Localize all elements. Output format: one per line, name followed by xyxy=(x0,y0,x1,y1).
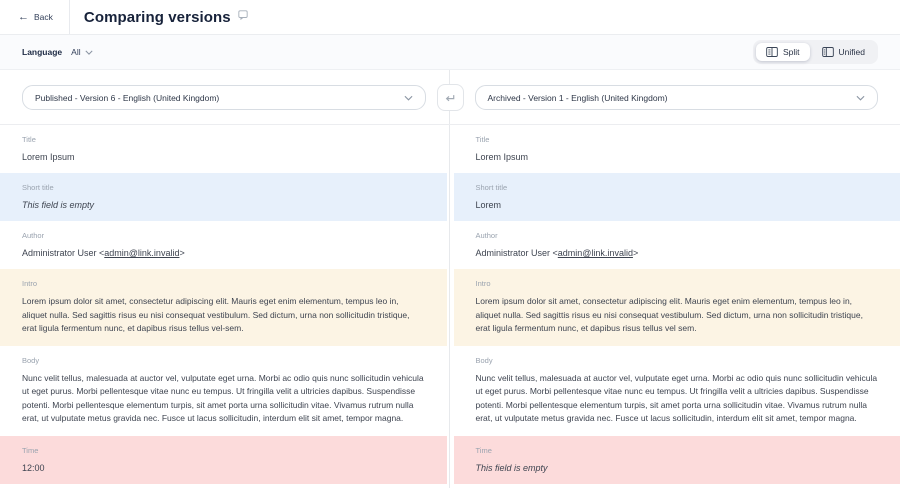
language-value: All xyxy=(71,47,80,57)
field-body-right: Body Nunc velit tellus, malesuada at auct… xyxy=(454,346,900,436)
split-view-button[interactable]: Split xyxy=(756,43,810,61)
field-intro-right: Intro Lorem ipsum dolor sit amet, consect… xyxy=(454,269,900,346)
toolbar: Language All Split xyxy=(0,35,900,70)
field-label: Body xyxy=(476,356,879,365)
field-value: Nunc velit tellus, malesuada at auctor v… xyxy=(22,372,425,426)
swap-versions-button[interactable] xyxy=(437,84,464,111)
split-view-icon xyxy=(766,47,778,57)
field-label: Intro xyxy=(22,279,425,288)
page-title: Comparing versions xyxy=(84,9,231,26)
field-value-text: > xyxy=(179,248,184,258)
field-label: Intro xyxy=(476,279,879,288)
field-value: 12:00 xyxy=(22,462,425,474)
version-selectors: Published - Version 6 - English (United … xyxy=(0,70,900,124)
left-version-select[interactable]: Published - Version 6 - English (United … xyxy=(22,85,426,110)
author-email-link[interactable]: admin@link.invalid xyxy=(104,248,179,258)
field-value-text: > xyxy=(633,248,638,258)
language-label: Language xyxy=(22,47,62,57)
field-value: Lorem Ipsum xyxy=(476,151,879,163)
unified-view-label: Unified xyxy=(839,47,865,57)
field-body-left: Body Nunc velit tellus, malesuada at auct… xyxy=(0,346,447,436)
field-value: Nunc velit tellus, malesuada at auctor v… xyxy=(476,372,879,426)
field-value: Lorem ipsum dolor sit amet, consectetur … xyxy=(22,295,425,336)
header-divider xyxy=(69,0,70,34)
field-short-title-left: Short title This field is empty xyxy=(0,173,447,221)
chevron-down-icon xyxy=(856,95,865,101)
field-value: Lorem ipsum dolor sit amet, consectetur … xyxy=(476,295,879,336)
field-time-right: Time This field is empty xyxy=(454,436,900,484)
swap-arrow-icon xyxy=(444,93,456,103)
field-value-text: Administrator User < xyxy=(22,248,104,258)
language-group: Language All xyxy=(22,47,93,57)
field-short-title-right: Short title Lorem xyxy=(454,173,900,221)
back-button[interactable]: ← Back xyxy=(12,8,59,27)
field-value: Administrator User <admin@link.invalid> xyxy=(476,247,879,259)
field-label: Author xyxy=(476,231,879,240)
right-version-select[interactable]: Archived - Version 1 - English (United K… xyxy=(475,85,879,110)
field-author-left: Author Administrator User <admin@link.inv… xyxy=(0,221,447,269)
field-value: This field is empty xyxy=(22,199,425,211)
field-value: Administrator User <admin@link.invalid> xyxy=(22,247,425,259)
field-value: Lorem Ipsum xyxy=(22,151,425,163)
unified-view-icon xyxy=(822,47,834,57)
field-label: Title xyxy=(22,135,425,144)
field-label: Author xyxy=(22,231,425,240)
back-arrow-icon: ← xyxy=(18,12,29,23)
field-label: Short title xyxy=(476,183,879,192)
field-intro-left: Intro Lorem ipsum dolor sit amet, consect… xyxy=(0,269,447,346)
comment-icon xyxy=(238,10,248,20)
compare-content: Published - Version 6 - English (United … xyxy=(0,70,900,488)
unified-view-button[interactable]: Unified xyxy=(812,43,875,61)
field-title-left: Title Lorem Ipsum xyxy=(0,125,447,173)
field-time-left: Time 12:00 xyxy=(0,436,447,484)
chevron-down-icon xyxy=(404,95,413,101)
field-comparison-grid: Title Lorem Ipsum Title Lorem Ipsum Short ti… xyxy=(0,124,900,484)
field-label: Time xyxy=(476,446,879,455)
field-label: Body xyxy=(22,356,425,365)
field-label: Short title xyxy=(22,183,425,192)
field-value-text: Administrator User < xyxy=(476,248,558,258)
author-email-link[interactable]: admin@link.invalid xyxy=(558,248,633,258)
field-title-right: Title Lorem Ipsum xyxy=(454,125,900,173)
chevron-down-icon xyxy=(85,50,93,55)
top-header: ← Back Comparing versions xyxy=(0,0,900,35)
field-value: This field is empty xyxy=(476,462,879,474)
left-version-value: Published - Version 6 - English (United … xyxy=(35,93,219,103)
split-view-label: Split xyxy=(783,47,800,57)
field-author-right: Author Administrator User <admin@link.inv… xyxy=(454,221,900,269)
right-version-value: Archived - Version 1 - English (United K… xyxy=(488,93,668,103)
view-mode-toggle: Split Unified xyxy=(753,40,878,64)
field-label: Time xyxy=(22,446,425,455)
field-value: Lorem xyxy=(476,199,879,211)
field-label: Title xyxy=(476,135,879,144)
language-dropdown[interactable]: All xyxy=(71,47,92,57)
back-label: Back xyxy=(34,12,53,22)
